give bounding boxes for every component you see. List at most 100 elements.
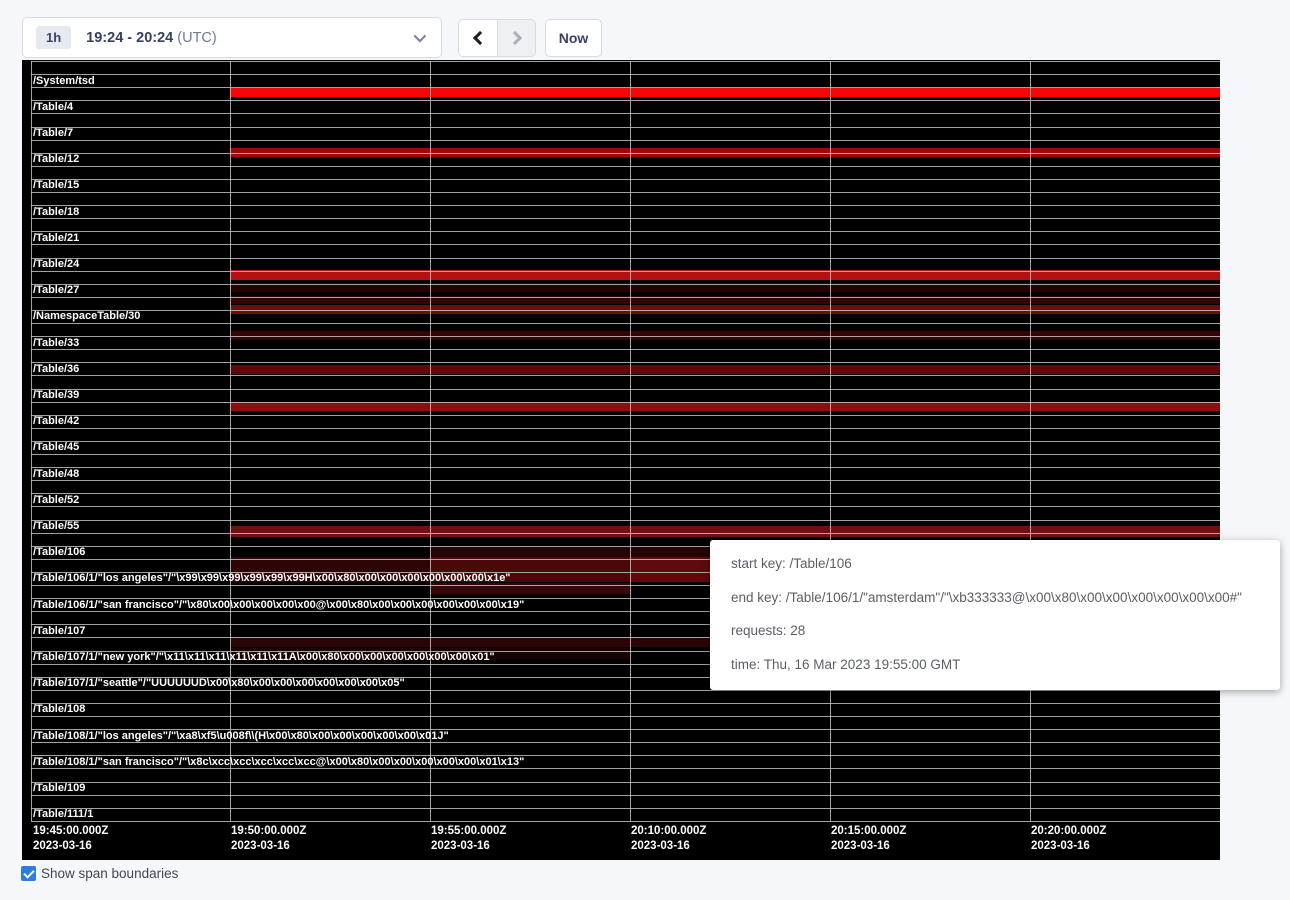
tooltip-time: time: Thu, 16 Mar 2023 19:55:00 GMT xyxy=(731,655,1259,674)
tooltip-start-key: start key: /Table/106 xyxy=(731,554,1259,573)
axis-tick: 19:45:00.000Z2023-03-16 xyxy=(33,824,108,854)
row-label: /Table/48 xyxy=(33,468,79,481)
row-label: /Table/24 xyxy=(33,258,79,271)
span-boundary-hline xyxy=(31,127,1220,128)
time-range-selector[interactable]: 1h 19:24 - 20:24 (UTC) xyxy=(22,17,442,58)
span-boundary-hline xyxy=(31,284,1220,285)
row-label: /Table/12 xyxy=(33,153,79,166)
span-boundary-hline xyxy=(31,166,1220,167)
row-label: /Table/21 xyxy=(33,232,79,245)
span-boundary-hline xyxy=(31,74,1220,75)
span-boundary-hline xyxy=(31,244,1220,245)
span-boundary-hline xyxy=(31,362,1220,363)
row-label: /Table/111/1 xyxy=(33,808,93,821)
tooltip-end-key: end key: /Table/106/1/"amsterdam"/"\xb33… xyxy=(731,588,1259,607)
span-boundary-hline xyxy=(31,716,1220,717)
tooltip-requests: requests: 28 xyxy=(731,621,1259,640)
span-boundary-hline xyxy=(31,231,1220,232)
span-boundary-hline xyxy=(31,153,1220,154)
row-label: /Table/107/1/"new york"/"\x11\x11\x11\x1… xyxy=(33,651,495,664)
row-label: /Table/42 xyxy=(33,415,79,428)
show-span-boundaries-label: Show span boundaries xyxy=(41,866,178,881)
time-boundary-vline xyxy=(830,61,831,821)
prev-interval-button[interactable] xyxy=(459,20,497,56)
chevron-down-icon xyxy=(414,30,427,43)
span-boundary-hline xyxy=(31,441,1220,442)
heat-band xyxy=(230,365,1220,374)
span-boundary-hline xyxy=(31,782,1220,783)
row-label: /Table/106/1/"los angeles"/"\x99\x99\x99… xyxy=(33,572,511,585)
row-label: /NamespaceTable/30 xyxy=(33,310,140,323)
span-boundary-hline xyxy=(31,520,1220,521)
span-boundary-hline xyxy=(31,375,1220,376)
row-label: /Table/4 xyxy=(33,101,73,114)
span-boundary-hline xyxy=(31,389,1220,390)
chevron-right-icon xyxy=(507,31,521,45)
row-label: /Table/15 xyxy=(33,179,79,192)
span-boundary-hline xyxy=(31,480,1220,481)
duration-badge: 1h xyxy=(36,26,71,49)
span-tooltip: start key: /Table/106 end key: /Table/10… xyxy=(710,540,1280,690)
heat-band xyxy=(230,526,1220,537)
row-label: /Table/39 xyxy=(33,389,79,402)
span-boundaries-control: Show span boundaries xyxy=(21,866,178,881)
row-label: /Table/108/1/"san francisco"/"\x8c\xcc\x… xyxy=(33,756,524,769)
row-label: /Table/18 xyxy=(33,206,79,219)
row-label: /Table/109 xyxy=(33,782,85,795)
span-boundary-hline xyxy=(31,821,1220,822)
span-boundary-hline xyxy=(31,349,1220,350)
heat-band xyxy=(230,402,1220,411)
span-boundary-hline xyxy=(31,192,1220,193)
span-boundary-hline xyxy=(31,533,1220,534)
span-boundary-hline xyxy=(31,703,1220,704)
axis-tick: 20:20:00.000Z2023-03-16 xyxy=(1031,824,1106,854)
span-boundary-hline xyxy=(31,506,1220,507)
span-boundary-hline xyxy=(31,179,1220,180)
row-label: /Table/108/1/"los angeles"/"\xa8\xf5\u00… xyxy=(33,730,449,743)
time-boundary-vline xyxy=(31,61,32,821)
span-boundary-hline xyxy=(31,336,1220,337)
span-boundary-hline xyxy=(31,218,1220,219)
axis-tick: 19:55:00.000Z2023-03-16 xyxy=(431,824,506,854)
span-boundary-hline xyxy=(31,467,1220,468)
row-label: /Table/36 xyxy=(33,363,79,376)
span-boundary-hline xyxy=(31,323,1220,324)
row-label: /Table/106/1/"san francisco"/"\x80\x00\x… xyxy=(33,599,524,612)
span-boundary-hline xyxy=(31,271,1220,272)
span-boundary-hline xyxy=(31,402,1220,403)
span-boundary-hline xyxy=(31,258,1220,259)
row-label: /Table/107 xyxy=(33,625,85,638)
span-boundary-hline xyxy=(31,454,1220,455)
row-label: /Table/108 xyxy=(33,703,85,716)
axis-tick: 19:50:00.000Z2023-03-16 xyxy=(231,824,306,854)
heatmap-canvas[interactable]: /System/tsd/Table/4/Table/7/Table/12/Tab… xyxy=(22,60,1220,860)
span-boundary-hline xyxy=(31,297,1220,298)
time-boundary-vline xyxy=(630,61,631,821)
row-label: /Table/107/1/"seattle"/"UUUUUUD\x00\x80\… xyxy=(33,677,405,690)
span-boundary-hline xyxy=(31,795,1220,796)
axis-tick: 20:10:00.000Z2023-03-16 xyxy=(631,824,706,854)
row-label: /Table/106 xyxy=(33,546,85,559)
span-boundary-hline xyxy=(31,140,1220,141)
row-label: /Table/7 xyxy=(33,127,73,140)
chevron-left-icon xyxy=(473,31,487,45)
span-boundary-hline xyxy=(31,87,1220,88)
span-boundary-hline xyxy=(31,100,1220,101)
row-label: /Table/52 xyxy=(33,494,79,507)
row-label: /Table/55 xyxy=(33,520,79,533)
time-range-label: 19:24 - 20:24 (UTC) xyxy=(86,30,217,46)
show-span-boundaries-checkbox[interactable] xyxy=(21,866,36,881)
span-boundary-hline xyxy=(31,205,1220,206)
next-interval-button[interactable] xyxy=(497,20,535,56)
heat-band xyxy=(230,88,1220,97)
span-boundary-hline xyxy=(31,493,1220,494)
time-boundary-vline xyxy=(230,61,231,821)
row-label: /Table/33 xyxy=(33,337,79,350)
row-label: /Table/45 xyxy=(33,441,79,454)
now-button[interactable]: Now xyxy=(545,19,602,57)
timezone-label: (UTC) xyxy=(177,30,216,46)
row-label: /Table/27 xyxy=(33,284,79,297)
axis-tick: 20:15:00.000Z2023-03-16 xyxy=(831,824,906,854)
span-boundary-hline xyxy=(31,808,1220,809)
time-nav-group xyxy=(458,19,536,57)
